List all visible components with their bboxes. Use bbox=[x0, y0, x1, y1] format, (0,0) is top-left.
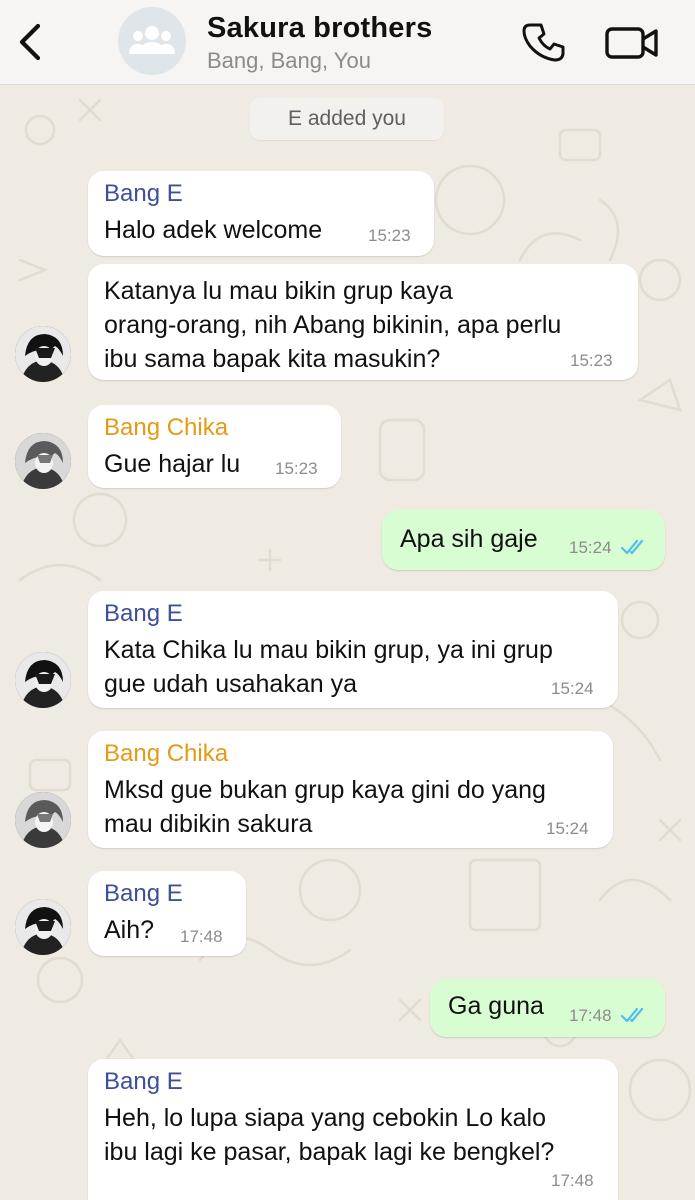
avatar[interactable] bbox=[15, 326, 71, 382]
message-text: Apa sih gaje bbox=[400, 525, 538, 553]
message-text: gue udah usahakan ya bbox=[104, 670, 357, 698]
message-bubble[interactable]: Bang E Heh, lo lupa siapa yang cebokin L… bbox=[88, 1059, 618, 1200]
message-text: Heh, lo lupa siapa yang cebokin Lo kalo bbox=[104, 1104, 546, 1132]
message-bubble[interactable]: Katanya lu mau bikin grup kaya orang-ora… bbox=[88, 264, 638, 380]
avatar-image bbox=[15, 792, 71, 848]
message-bubble-outgoing[interactable]: Apa sih gaje 15:24 bbox=[382, 510, 665, 570]
message-text: mau dibikin sakura bbox=[104, 810, 313, 838]
message-text: Katanya lu mau bikin grup kaya bbox=[104, 277, 453, 305]
sender-name[interactable]: Bang E bbox=[104, 599, 183, 629]
sender-name[interactable]: Bang E bbox=[104, 1067, 183, 1097]
message-text: Ga guna bbox=[448, 992, 544, 1020]
double-check-read-icon bbox=[620, 539, 644, 555]
message-bubble[interactable]: Bang Chika Gue hajar lu 15:23 bbox=[88, 405, 341, 488]
message-bubble[interactable]: Bang E Kata Chika lu mau bikin grup, ya … bbox=[88, 591, 618, 708]
video-call-button[interactable] bbox=[604, 24, 660, 64]
sender-name[interactable]: Bang Chika bbox=[104, 739, 228, 769]
chat-title[interactable]: Sakura brothers bbox=[207, 12, 432, 45]
message-text: ibu lagi ke pasar, bapak lagi ke bengkel… bbox=[104, 1138, 555, 1166]
message-text: ibu sama bapak kita masukin? bbox=[104, 345, 441, 373]
message-time: 15:23 bbox=[570, 351, 613, 370]
message-bubble[interactable]: Bang E Aih? 17:48 bbox=[88, 871, 246, 956]
message-time: 17:48 bbox=[551, 1171, 594, 1190]
group-people-icon bbox=[129, 26, 175, 54]
message-text: Mksd gue bukan grup kaya gini do yang bbox=[104, 776, 546, 804]
message-time: 15:24 bbox=[551, 679, 594, 698]
message-text: Kata Chika lu mau bikin grup, ya ini gru… bbox=[104, 636, 553, 664]
avatar-image bbox=[15, 433, 71, 489]
phone-icon bbox=[522, 23, 565, 62]
avatar[interactable] bbox=[15, 433, 71, 489]
message-text: Gue hajar lu bbox=[104, 450, 241, 478]
back-button[interactable] bbox=[12, 20, 48, 64]
avatar[interactable] bbox=[15, 899, 71, 955]
system-message: E added you bbox=[250, 98, 444, 140]
message-time: 15:24 bbox=[546, 819, 589, 838]
message-text: orang-orang, nih Abang bikinin, apa perl… bbox=[104, 311, 562, 339]
message-bubble[interactable]: Bang E Halo adek welcome 15:23 bbox=[88, 171, 434, 256]
avatar[interactable] bbox=[15, 792, 71, 848]
avatar-image bbox=[15, 652, 71, 708]
message-time: 15:23 bbox=[368, 226, 411, 245]
sender-name[interactable]: Bang E bbox=[104, 179, 183, 209]
message-time: 17:48 bbox=[180, 927, 223, 946]
message-time: 17:48 bbox=[569, 1006, 612, 1025]
message-bubble-outgoing[interactable]: Ga guna 17:48 bbox=[430, 979, 665, 1037]
video-camera-icon bbox=[605, 27, 658, 59]
message-time: 15:23 bbox=[275, 459, 318, 478]
voice-call-button[interactable] bbox=[522, 20, 568, 66]
avatar-image bbox=[15, 326, 71, 382]
message-text: Aih? bbox=[104, 916, 155, 944]
avatar[interactable] bbox=[15, 652, 71, 708]
chat-header: Sakura brothers Bang, Bang, You bbox=[0, 0, 695, 85]
double-check-read-icon bbox=[620, 1007, 644, 1023]
message-text: Halo adek welcome bbox=[104, 216, 323, 244]
sender-name[interactable]: Bang Chika bbox=[104, 413, 228, 443]
sender-name[interactable]: Bang E bbox=[104, 879, 183, 909]
avatar-image bbox=[15, 899, 71, 955]
message-time: 15:24 bbox=[569, 538, 612, 557]
group-avatar[interactable] bbox=[118, 7, 186, 75]
message-bubble[interactable]: Bang Chika Mksd gue bukan grup kaya gini… bbox=[88, 731, 613, 848]
chevron-left-icon bbox=[19, 23, 41, 61]
chat-participants[interactable]: Bang, Bang, You bbox=[207, 48, 371, 74]
